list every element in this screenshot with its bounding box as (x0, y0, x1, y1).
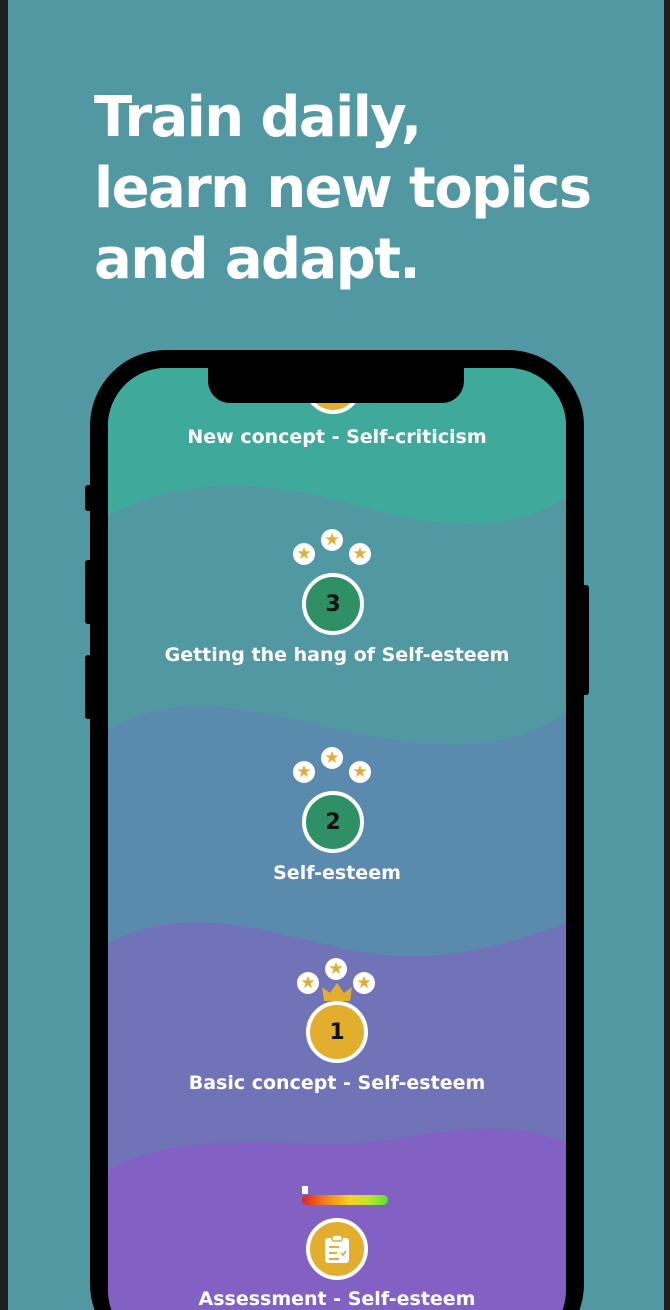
level-badge: 1 (306, 1001, 368, 1063)
level-label: Assessment - Self-esteem (198, 1288, 476, 1310)
level-label: New concept - Self-criticism (187, 426, 487, 448)
headline-line-3: and adapt. (94, 227, 421, 292)
star-icon: ★ (353, 972, 375, 994)
volume-down-button (85, 655, 92, 719)
power-button (582, 585, 589, 695)
phone-notch (208, 368, 464, 403)
star-icon: ★ (321, 529, 343, 551)
mute-switch (85, 485, 92, 511)
promo-headline: Train daily, learn new topics and adapt. (94, 82, 592, 295)
level-label: Self-esteem (273, 862, 401, 884)
phone-frame: New concept - Self-criticism ★ ★ ★ 3 Get… (85, 350, 589, 1310)
star-icon: ★ (325, 958, 347, 980)
crown-icon (322, 983, 352, 1001)
star-icon: ★ (293, 761, 315, 783)
level-label: Basic concept - Self-esteem (188, 1072, 486, 1094)
star-icon: ★ (297, 972, 319, 994)
assessment-meter (302, 1195, 388, 1205)
clipboard-check-icon (325, 1234, 349, 1263)
star-icon: ★ (349, 761, 371, 783)
level-badge: 3 (302, 573, 364, 635)
level-badge (306, 1218, 368, 1280)
level-label: Getting the hang of Self-esteem (164, 644, 510, 666)
level-badge: 2 (302, 791, 364, 853)
headline-line-1: Train daily, (94, 85, 422, 150)
phone-screen: New concept - Self-criticism ★ ★ ★ 3 Get… (108, 368, 566, 1310)
meter-marker (302, 1186, 308, 1194)
star-icon: ★ (321, 747, 343, 769)
volume-up-button (85, 560, 92, 624)
star-icon: ★ (349, 543, 371, 565)
promo-page: Train daily, learn new topics and adapt.… (8, 0, 664, 1310)
star-icon: ★ (293, 543, 315, 565)
headline-line-2: learn new topics (94, 156, 592, 221)
